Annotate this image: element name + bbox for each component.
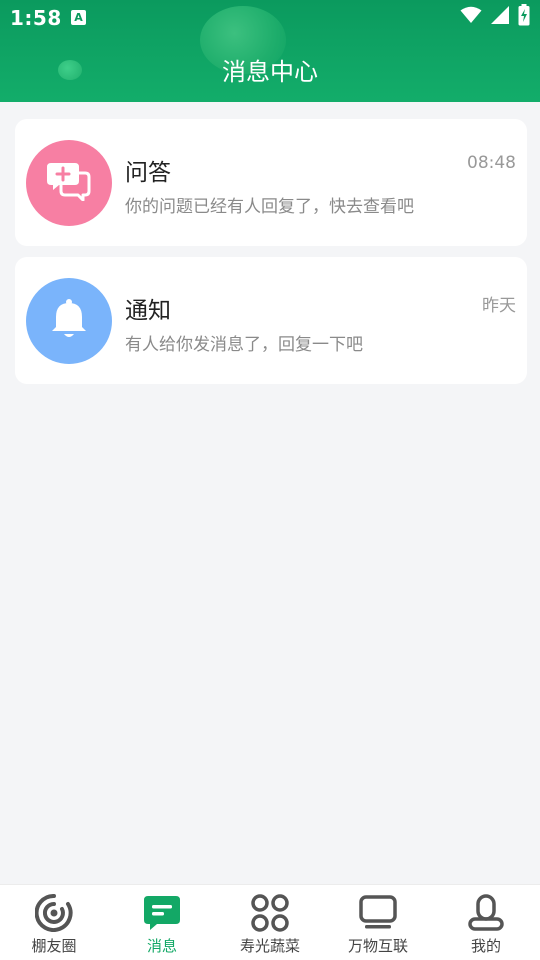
message-time: 08:48 [467,153,516,173]
tab-label: 我的 [470,937,501,955]
bell-icon [49,298,89,344]
monitor-icon [358,893,398,933]
header-bar: 1:58 A 消息中心 [0,0,540,102]
message-description: 你的问题已经有人回复了，快去查看吧 [125,197,414,217]
tab-iot[interactable]: 万物互联 [324,885,432,960]
message-title: 问答 [125,160,171,186]
tab-shouguang-vegetables[interactable]: 寿光蔬菜 [216,885,324,960]
page-title: 消息中心 [222,58,318,86]
circle-camera-icon [34,893,74,933]
system-icons [460,4,530,30]
message-item-qa[interactable]: 问答 你的问题已经有人回复了，快去查看吧 08:48 [15,119,527,246]
tab-mine[interactable]: 我的 [432,885,540,960]
qa-avatar [26,140,112,226]
app-notification-icon: A [71,10,86,25]
tab-label: 消息 [146,937,177,955]
message-icon [142,893,182,933]
tab-label: 寿光蔬菜 [239,937,300,955]
tab-label: 棚友圈 [31,937,77,955]
notice-avatar [26,278,112,364]
message-item-notice[interactable]: 通知 有人给你发消息了，回复一下吧 昨天 [15,257,527,384]
message-title: 通知 [125,298,171,324]
message-time: 昨天 [482,296,516,316]
tab-messages[interactable]: 消息 [108,885,216,960]
status-time: 1:58 [10,6,62,30]
tab-friends-circle[interactable]: 棚友圈 [0,885,108,960]
wifi-icon [460,6,482,28]
status-bar: 1:58 A [0,0,540,36]
cellular-signal-icon [490,5,510,29]
battery-charging-icon [518,4,530,30]
person-icon [466,893,506,933]
message-description: 有人给你发消息了，回复一下吧 [125,335,363,355]
tab-label: 万物互联 [347,937,408,955]
qa-chat-plus-icon [47,161,91,205]
four-petal-grid-icon [250,893,290,933]
bottom-tab-bar: 棚友圈 消息 寿光蔬菜 万物互联 我的 [0,884,540,960]
